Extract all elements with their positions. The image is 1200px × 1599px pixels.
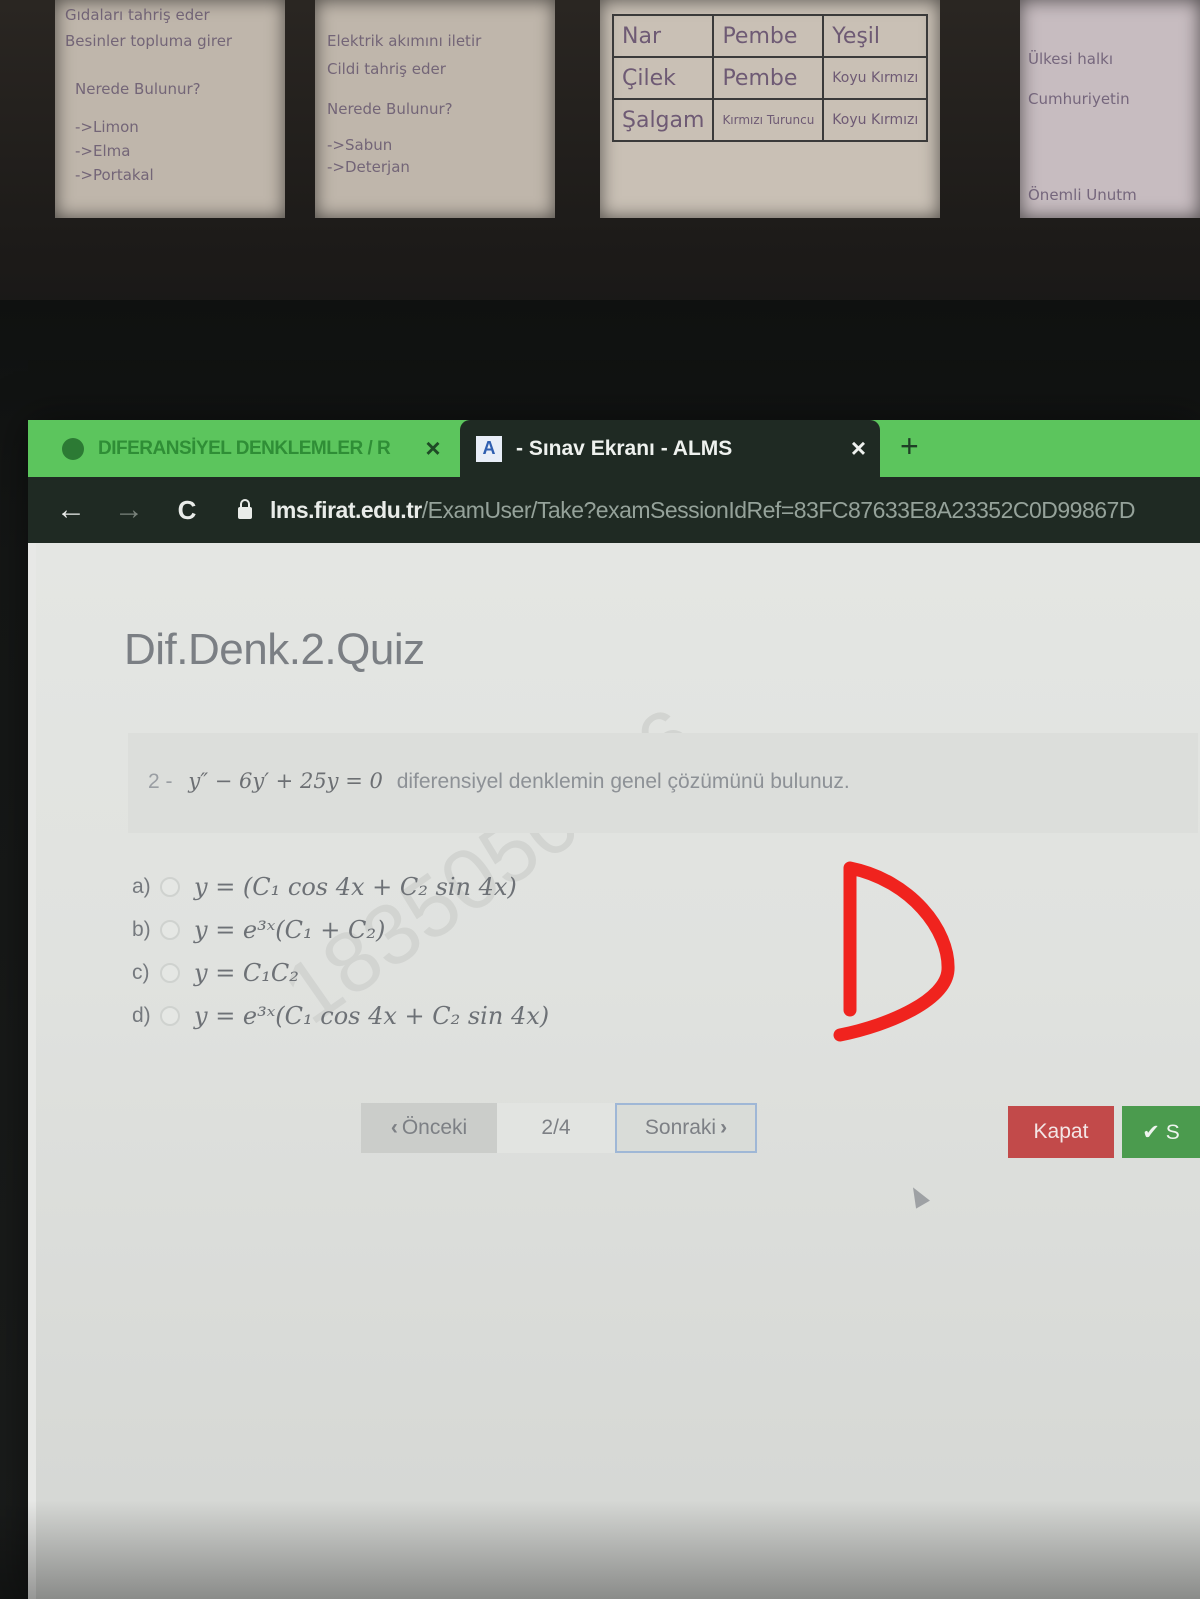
option-formula: y = (C₁ cos 4x + C₂ sin 4x) bbox=[194, 872, 517, 901]
chevron-left-icon: ‹ bbox=[390, 1116, 398, 1139]
poster-text: Besinler topluma girer bbox=[65, 32, 233, 50]
poster-text: Nerede Bulunur? bbox=[327, 100, 453, 118]
poster-text: Nerede Bulunur? bbox=[75, 80, 201, 98]
question-prompt: diferensiyel denklemin genel çözümünü bu… bbox=[396, 770, 850, 793]
option-b[interactable]: b) y = e³ˣ(C₁ + C₂) bbox=[132, 908, 549, 951]
poster-cell: Koyu Kırmızı bbox=[822, 98, 929, 142]
next-label: Sonraki bbox=[644, 1116, 717, 1139]
poster-cell: Çilek bbox=[611, 56, 715, 100]
question-pager: ‹ Önceki 2/4 Sonraki › bbox=[361, 1103, 757, 1153]
poster-text: ->Limon bbox=[75, 118, 139, 136]
globe-icon bbox=[62, 437, 84, 460]
option-letter: b) bbox=[132, 917, 151, 941]
page-title: Dif.Denk.2.Quiz bbox=[124, 625, 425, 674]
close-icon[interactable]: × bbox=[425, 433, 440, 464]
poster-cell: Şalgam bbox=[611, 98, 715, 142]
poster-text: Cildi tahriş eder bbox=[327, 60, 446, 78]
option-formula: y = e³ˣ(C₁ cos 4x + C₂ sin 4x) bbox=[194, 1001, 550, 1030]
wall-poster: Ülkesi halkı Cumhuriyetin Önemli Unutm bbox=[1020, 0, 1200, 218]
question-text: 2 - y″ − 6y′ + 25y = 0 diferensiyel denk… bbox=[148, 769, 850, 794]
forward-button[interactable]: → bbox=[114, 493, 144, 527]
option-a[interactable]: a) y = (C₁ cos 4x + C₂ sin 4x) bbox=[132, 865, 549, 908]
option-radio[interactable] bbox=[160, 962, 180, 983]
option-letter: a) bbox=[132, 874, 151, 898]
tab-label: DIFERANSİYEL DENKLEMLER / R bbox=[98, 437, 391, 459]
previous-label: Önceki bbox=[401, 1116, 468, 1139]
exam-page: 1835050016 Dif.Denk.2.Quiz 2 - y″ − 6y′ … bbox=[36, 543, 1200, 1599]
browser-window: DIFERANSİYEL DENKLEMLER / R × A - Sınav … bbox=[28, 420, 1200, 1599]
option-letter: d) bbox=[132, 1003, 151, 1027]
lock-icon bbox=[238, 499, 252, 519]
page-indicator: 2/4 bbox=[497, 1103, 615, 1153]
poster-text: ->Elma bbox=[75, 142, 131, 160]
wall-poster: Nar Pembe Yeşil Çilek Pembe Koyu Kırmızı… bbox=[600, 0, 940, 218]
reload-button[interactable]: C bbox=[172, 495, 202, 526]
wall-poster: Gıdaları tahriş eder Besinler topluma gi… bbox=[55, 0, 285, 218]
answer-options: a) y = (C₁ cos 4x + C₂ sin 4x) b) y = e³… bbox=[132, 865, 549, 1037]
back-button[interactable]: ← bbox=[56, 493, 86, 527]
address-bar: ← → C lms.firat.edu.tr /ExamUser/Take?ex… bbox=[28, 477, 1200, 543]
handwritten-letter-d-icon: D bbox=[833, 861, 955, 1042]
poster-text: Önemli Unutm bbox=[1028, 186, 1137, 204]
poster-text: ->Sabun bbox=[327, 136, 393, 154]
poster-cell: Pembe bbox=[712, 14, 825, 58]
url-host: lms.firat.edu.tr bbox=[270, 496, 422, 523]
option-d[interactable]: d) y = e³ˣ(C₁ cos 4x + C₂ sin 4x) bbox=[132, 994, 549, 1037]
chevron-right-icon: › bbox=[720, 1116, 728, 1139]
tab-bar: DIFERANSİYEL DENKLEMLER / R × A - Sınav … bbox=[28, 420, 1200, 477]
question-equation: y″ − 6y′ + 25y = 0 bbox=[188, 769, 383, 793]
next-button[interactable]: Sonraki › bbox=[615, 1103, 757, 1153]
option-letter: c) bbox=[132, 960, 150, 984]
poster-cell: Yeşil bbox=[822, 14, 929, 58]
url-field[interactable]: lms.firat.edu.tr /ExamUser/Take?examSess… bbox=[238, 497, 1135, 524]
poster-cell: Pembe bbox=[712, 56, 825, 100]
wall-poster: Elektrik akımını iletir Cildi tahriş ede… bbox=[315, 0, 555, 218]
finish-button[interactable]: ✔ S bbox=[1122, 1106, 1200, 1158]
url-path: /ExamUser/Take?examSessionIdRef=83FC8763… bbox=[421, 496, 1136, 523]
poster-cell: Kırmızı Turuncu bbox=[712, 98, 825, 142]
alms-logo-icon: A bbox=[476, 435, 502, 462]
handwritten-answer-mark bbox=[800, 430, 980, 650]
option-formula: y = C₁C₂ bbox=[194, 958, 299, 987]
poster-text: Elektrik akımını iletir bbox=[327, 32, 482, 50]
tab-label: - Sınav Ekranı - ALMS bbox=[516, 436, 733, 460]
tab-diferansiyel[interactable]: DIFERANSİYEL DENKLEMLER / R × bbox=[28, 420, 460, 477]
mouse-cursor-icon bbox=[906, 1183, 930, 1209]
poster-cell: Koyu Kırmızı bbox=[822, 56, 929, 100]
poster-text: Ülkesi halkı bbox=[1028, 50, 1113, 68]
option-radio[interactable] bbox=[160, 876, 180, 897]
poster-table: Nar Pembe Yeşil Çilek Pembe Koyu Kırmızı… bbox=[611, 14, 929, 142]
poster-text: Cumhuriyetin bbox=[1028, 90, 1130, 108]
question-panel: 2 - y″ − 6y′ + 25y = 0 diferensiyel denk… bbox=[128, 733, 1198, 833]
poster-text: ->Portakal bbox=[75, 166, 154, 184]
close-exam-button[interactable]: Kapat bbox=[1008, 1106, 1114, 1158]
option-radio[interactable] bbox=[160, 1005, 180, 1026]
previous-button[interactable]: ‹ Önceki bbox=[361, 1103, 497, 1153]
option-formula: y = e³ˣ(C₁ + C₂) bbox=[194, 915, 386, 944]
option-radio[interactable] bbox=[160, 919, 180, 940]
poster-cell: Nar bbox=[611, 14, 715, 58]
poster-text: Gıdaları tahriş eder bbox=[65, 6, 210, 24]
option-c[interactable]: c) y = C₁C₂ bbox=[132, 951, 549, 994]
poster-text: ->Deterjan bbox=[327, 158, 410, 176]
question-number: 2 - bbox=[148, 770, 173, 793]
